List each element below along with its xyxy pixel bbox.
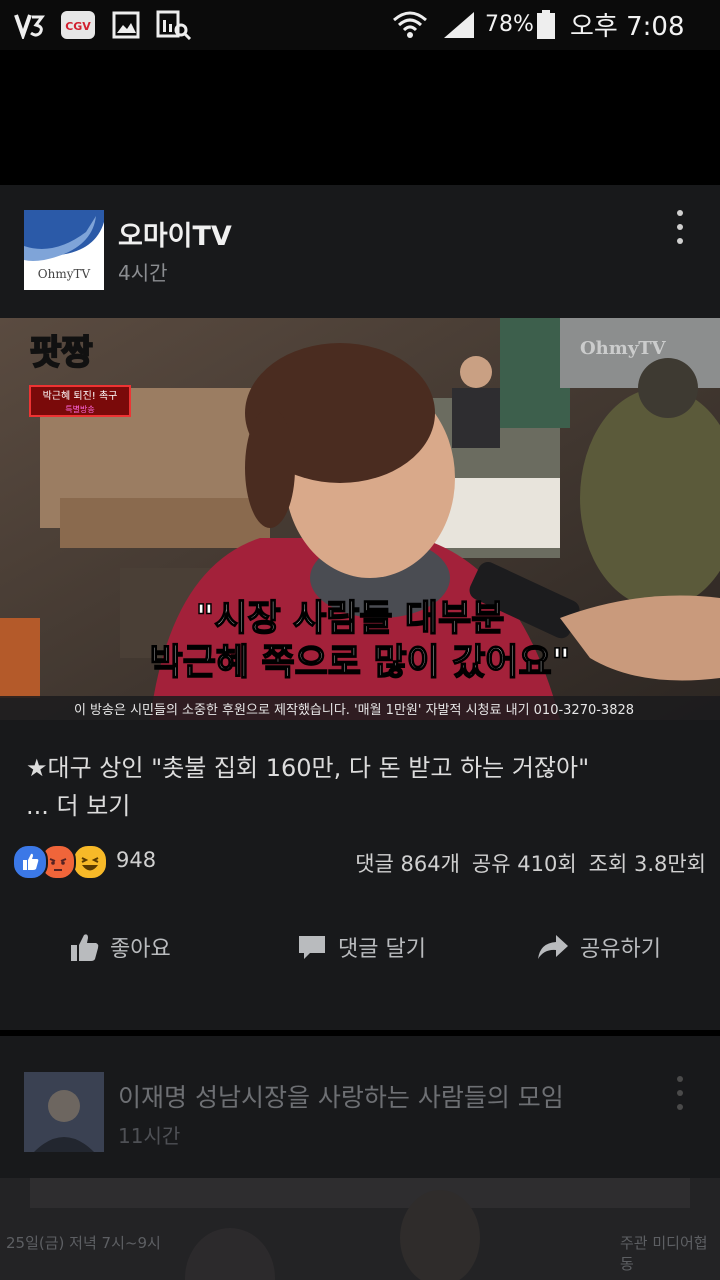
search-doc-icon [156, 10, 192, 40]
next-post-avatar[interactable] [24, 1072, 104, 1152]
battery-percent: 78% [485, 12, 534, 37]
avatar-logo-text: OhmyTV [38, 267, 91, 281]
v3-app-icon [14, 10, 46, 40]
cgv-logo-text: CGV [65, 20, 91, 33]
subtitle-line-2: 박근혜 쪽으로 많이 갔어요" [150, 642, 571, 683]
cgv-app-icon: CGV [60, 10, 96, 40]
comment-button[interactable]: 댓글 달기 [296, 910, 426, 984]
post-caption: ★대구 상인 "촛불 집회 160만, 다 돈 받고 하는 거잖아" [26, 754, 590, 782]
post-time[interactable]: 4시간 [118, 257, 168, 286]
video-frame: 팟짱 박근혜 퇴진! 촉구 특별방송 OhmyTV "시장 사람들 대부분 박근… [0, 318, 720, 720]
view-count: 조회 3.8만회 [588, 852, 706, 876]
page-avatar[interactable]: OhmyTV [24, 210, 104, 290]
post-stats: 댓글 864개 공유 410회 조회 3.8만회 [355, 848, 706, 878]
share-label: 공유하기 [580, 937, 661, 962]
battery-icon [536, 10, 556, 40]
wifi-icon [392, 10, 428, 40]
share-button[interactable]: 공유하기 [536, 910, 661, 984]
program-sub: 특별방송 [65, 404, 94, 414]
share-count[interactable]: 공유 410회 [472, 848, 577, 878]
empty-area [0, 50, 720, 185]
comment-label: 댓글 달기 [338, 937, 426, 962]
next-post-time[interactable]: 11시간 [118, 1120, 180, 1149]
comment-count[interactable]: 댓글 864개 [355, 848, 460, 878]
clock: 오후 7:08 [570, 12, 685, 42]
video-player[interactable]: 팟짱 박근혜 퇴진! 촉구 특별방송 OhmyTV "시장 사람들 대부분 박근… [0, 318, 720, 720]
next-post-banner-host: 주관 미디어협동 [620, 1234, 708, 1273]
comment-icon [299, 936, 325, 959]
watermark: OhmyTV [580, 338, 667, 359]
signal-icon [442, 10, 476, 40]
more-options-icon[interactable] [670, 210, 690, 244]
share-arrow-icon [538, 935, 568, 959]
like-label: 좋아요 [110, 937, 171, 962]
status-bar: CGV 78% 오후 7:08 [0, 0, 720, 50]
show-logo: 팟짱 [30, 333, 93, 373]
reaction-count[interactable]: 948 [116, 848, 156, 872]
next-post-page-name[interactable]: 이재명 성남시장을 사랑하는 사람들의 모임 [118, 1078, 564, 1114]
post-actions: 좋아요 댓글 달기 공유하기 [0, 910, 720, 984]
thumbs-up-icon [71, 934, 99, 961]
next-post-banner-date: 25일(금) 저녁 7시~9시 [6, 1234, 161, 1252]
subtitle-line-1: "시장 사람들 대부분 [196, 598, 505, 639]
like-button[interactable]: 좋아요 [68, 910, 171, 984]
see-more-link[interactable]: ... 더 보기 [26, 786, 130, 821]
page-name[interactable]: 오마이TV [118, 214, 232, 253]
ticker-text: 이 방송은 시민들의 소중한 후원으로 제작했습니다. '매월 1만원' 자발적… [74, 702, 634, 718]
next-post-more-icon[interactable] [670, 1076, 690, 1110]
next-post-banner-image[interactable] [0, 1178, 720, 1280]
program-tag: 박근혜 퇴진! 촉구 [43, 390, 118, 402]
gallery-icon [112, 10, 140, 40]
haha-reaction-icon [72, 844, 108, 880]
like-reaction-icon [12, 844, 48, 880]
